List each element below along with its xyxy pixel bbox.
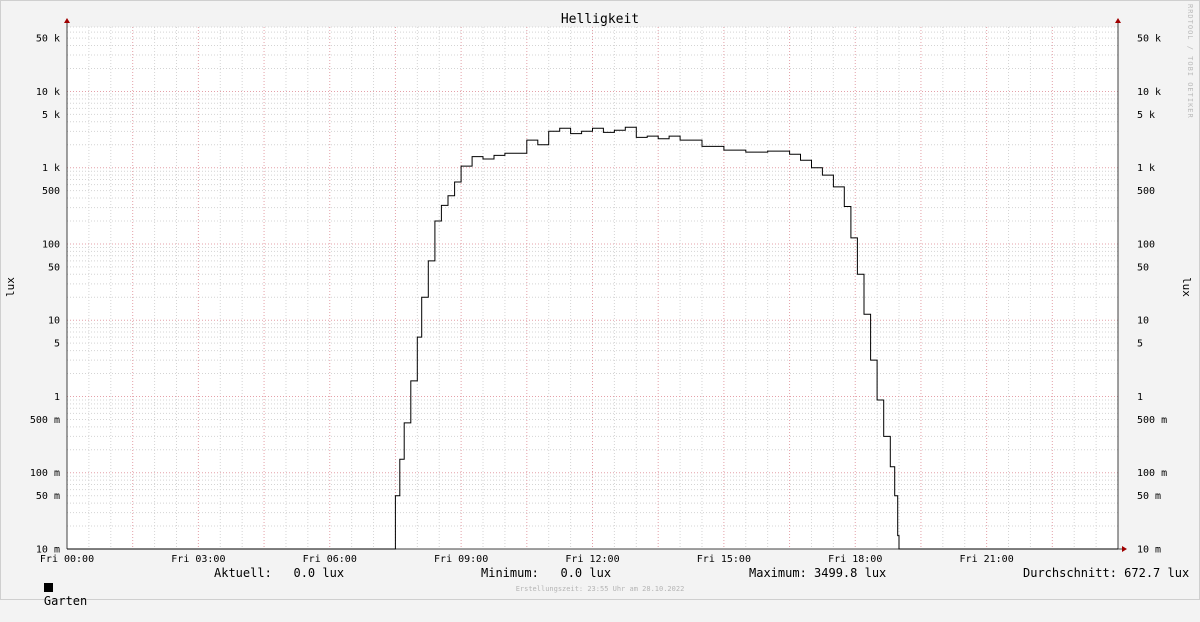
legend-series: Garten [15, 566, 87, 622]
y-tick-label-left: 50 k [36, 34, 60, 45]
y-tick-label-right: 5 k [1137, 110, 1155, 121]
y-tick-label-right: 50 m [1137, 491, 1161, 502]
x-tick-label: Fri 18:00 [828, 554, 882, 565]
y-tick-label-right: 100 [1137, 239, 1155, 250]
y-tick-label-left: 5 k [42, 110, 60, 121]
y-tick-label-right: 1 [1137, 392, 1143, 403]
y-tick-label-left: 100 m [30, 468, 60, 479]
y-tick-label-left: 1 k [42, 163, 60, 174]
y-tick-label-left: 50 [48, 262, 60, 273]
x-tick-label: Fri 09:00 [434, 554, 488, 565]
y-tick-label-right: 1 k [1137, 163, 1155, 174]
y-axis-label-right: lux [1180, 277, 1193, 297]
x-tick-label: Fri 06:00 [303, 554, 357, 565]
y-tick-label-right: 50 [1137, 262, 1149, 273]
y-tick-label-right: 10 [1137, 316, 1149, 327]
y-tick-label-right: 100 m [1137, 468, 1167, 479]
x-tick-label: Fri 12:00 [565, 554, 619, 565]
y-tick-label-left: 10 k [36, 87, 60, 98]
y-tick-label-left: 500 [42, 186, 60, 197]
y-tick-label-left: 1 [54, 392, 60, 403]
y-axis-label-left: lux [4, 277, 17, 297]
brightness-chart: Helligkeit lux lux RRDTOOL / TOBI OETIKE… [4, 4, 1194, 565]
y-tick-label-right: 50 k [1137, 34, 1161, 45]
legend-maximum: Maximum: 3499.8 lux [749, 566, 887, 580]
y-axis-left-arrow [64, 18, 70, 23]
creation-time-footer: Erstellungszeit: 23:55 Uhr am 28.10.2022 [515, 585, 685, 593]
x-axis-arrow [1122, 546, 1127, 552]
y-tick-label-left: 500 m [30, 415, 60, 426]
legend: Garten Aktuell: 0.0 lux Minimum: 0.0 lux… [0, 566, 1200, 608]
x-tick-label: Fri 15:00 [697, 554, 751, 565]
y-tick-label-left: 10 [48, 316, 60, 327]
x-tick-label: Fri 03:00 [171, 554, 225, 565]
y-tick-label-left: 50 m [36, 491, 60, 502]
y-tick-label-right: 5 [1137, 339, 1143, 350]
y-tick-label-right: 10 k [1137, 87, 1161, 98]
grid [67, 26, 1118, 550]
rrdtool-watermark: RRDTOOL / TOBI OETIKER [1186, 4, 1194, 119]
y-axis-right-arrow [1115, 18, 1121, 23]
y-tick-label-right: 10 m [1137, 545, 1161, 556]
y-tick-label-left: 100 [42, 239, 60, 250]
legend-average: Durchschnitt: 672.7 lux [1023, 566, 1190, 580]
y-tick-label-right: 500 m [1137, 415, 1167, 426]
x-tick-label: Fri 21:00 [960, 554, 1014, 565]
y-tick-label-right: 500 [1137, 186, 1155, 197]
chart-title: Helligkeit [561, 12, 639, 27]
legend-current: Aktuell: 0.0 lux [214, 566, 345, 580]
x-tick-label: Fri 00:00 [40, 554, 94, 565]
legend-series-name: Garten [43, 594, 88, 608]
legend-minimum: Minimum: 0.0 lux [481, 566, 612, 580]
y-tick-label-left: 5 [54, 339, 60, 350]
